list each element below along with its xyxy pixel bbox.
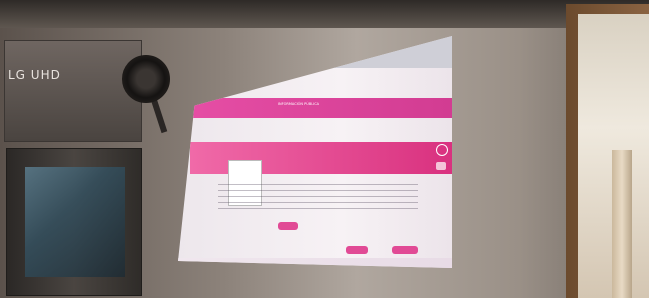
screen-button (278, 222, 298, 230)
cabinet-door (25, 167, 125, 277)
wall-fan (122, 55, 170, 103)
search-icon (436, 162, 446, 170)
screen-button (392, 246, 418, 254)
ceiling (0, 0, 649, 28)
tv-box (4, 40, 142, 142)
cabinet (6, 148, 142, 296)
screen-banner-title: INFORMACIÓN PÚBLICA (278, 102, 320, 106)
alert-icon (436, 144, 448, 156)
screen-banner (184, 98, 452, 118)
text-lines (218, 184, 418, 214)
tv-label: LG UHD (8, 68, 61, 82)
screen-button (346, 246, 368, 254)
window-post (612, 150, 632, 298)
photo-scene: LG UHD INFORMACIÓN PÚBLICA (0, 0, 649, 298)
